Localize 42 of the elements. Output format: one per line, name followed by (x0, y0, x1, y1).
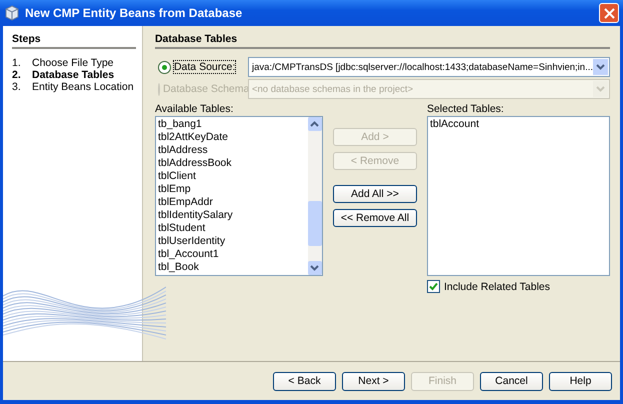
wizard-button[interactable]: Cancel (480, 372, 543, 390)
scrollbar[interactable] (308, 117, 322, 275)
table-item[interactable]: tb_bang1 (158, 118, 306, 131)
table-item[interactable]: tblUserIdentity (158, 235, 306, 248)
source-radio[interactable]: Data Source: (154, 60, 248, 74)
table-item[interactable]: tblAccount (430, 118, 607, 131)
close-button[interactable] (599, 3, 619, 23)
available-tables-list[interactable]: tb_bang1 tbl2AttKeyDate tblAddress tblAddressBook tblClient tblEmp tblEmpAddr tblIdentitySalary tblStudent tblUserIdentity tbl_Account1 tbl_Book (154, 116, 323, 276)
wizard-button[interactable]: Next > (342, 372, 405, 390)
table-item[interactable]: tblAddress (158, 144, 306, 157)
table-item[interactable]: tblClient (158, 170, 306, 183)
include-related-checkbox[interactable]: Include Related Tables (426, 280, 610, 293)
selected-tables-list[interactable]: tblAccount (426, 116, 610, 276)
selected-tables-label: Selected Tables: (426, 103, 505, 116)
wizard-button[interactable]: Help (549, 372, 612, 390)
source-dropdown[interactable]: java:/CMPTransDS [jdbc:sqlserver://localhost:1433;databaseName=Sinhvien;in... (248, 57, 610, 77)
step-label: Database Tables (32, 69, 114, 81)
wizard-button[interactable]: < Back (273, 372, 336, 390)
table-item[interactable]: tblStudent (158, 222, 306, 235)
table-item[interactable]: tblAddressBook (158, 157, 306, 170)
available-tables-label: Available Tables: (154, 103, 234, 116)
scroll-up-icon[interactable] (310, 121, 320, 127)
step-number: 3. (12, 81, 22, 93)
table-item[interactable]: tblEmpAddr (158, 196, 306, 209)
step-label: Choose File Type (32, 57, 114, 69)
table-item[interactable]: tblEmp (158, 183, 306, 196)
steps-heading: Steps (12, 33, 136, 49)
move-button[interactable]: << Remove All (332, 209, 417, 227)
checkmark-icon (428, 282, 438, 291)
move-button[interactable]: Add All >> (332, 185, 417, 203)
table-item[interactable]: tbl2AttKeyDate (158, 131, 306, 144)
table-item[interactable]: tblIdentitySalary (158, 209, 306, 222)
step-number: 1. (12, 57, 22, 69)
step-number: 2. (12, 69, 22, 81)
table-item[interactable]: tbl_Account1 (158, 248, 306, 261)
step-label: Entity Beans Location (32, 81, 134, 93)
scroll-down-icon[interactable] (310, 265, 320, 271)
close-icon (604, 8, 614, 18)
section-heading: Database Tables (154, 33, 610, 49)
window-title: New CMP Entity Beans from Database (25, 6, 244, 20)
cube-icon (4, 5, 20, 21)
table-item[interactable]: tbl_Book (158, 261, 306, 274)
